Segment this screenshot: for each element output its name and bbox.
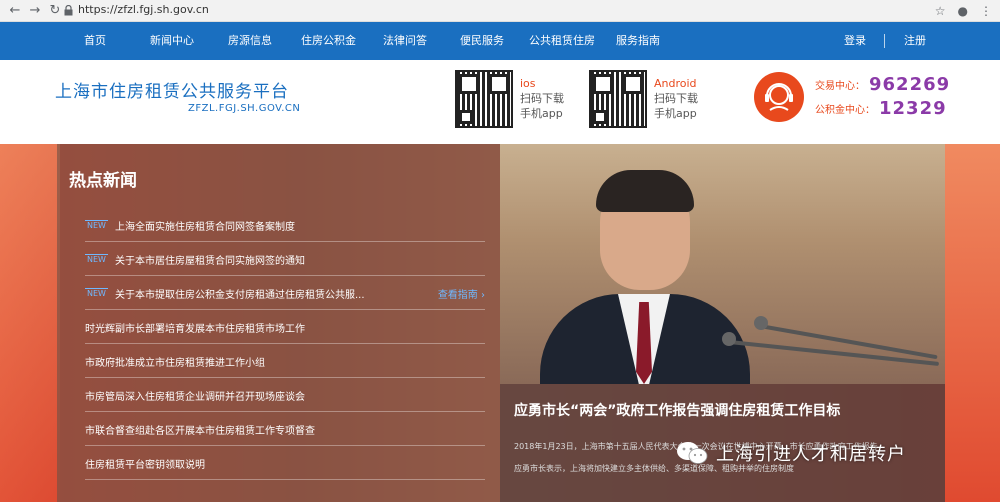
new-badge: NEW	[85, 288, 108, 298]
site-domain: ZFZL.FGJ.SH.GOV.CN	[188, 103, 301, 114]
flag-decoration	[0, 144, 60, 502]
star-icon[interactable]: ☆	[935, 2, 946, 20]
hot-news-panel: 热点新闻 NEW 上海全面实施住房租赁合同网签备案制度 NEW 关于本市居住房屋…	[57, 144, 500, 502]
feature-title[interactable]: 应勇市长“两会”政府工作报告强调住房租赁工作目标	[514, 400, 840, 420]
site-title[interactable]: 上海市住房租赁公共服务平台	[55, 77, 289, 102]
new-badge: NEW	[85, 220, 108, 230]
hotline-trading: 交易中心： 962269	[815, 74, 951, 95]
list-item[interactable]: 市联合督查组赴各区开展本市住房租赁工作专项督查	[85, 412, 485, 446]
menu-icon[interactable]: ⋮	[980, 2, 992, 20]
list-item[interactable]: 住房租赁平台密钥领取说明	[85, 446, 485, 480]
nav-legal-qa[interactable]: 法律问答	[383, 22, 427, 60]
lock-icon	[64, 5, 73, 16]
feature-photo[interactable]	[500, 144, 945, 384]
list-item[interactable]: 时光辉副市长部署培育发展本市住房租赁市场工作	[85, 310, 485, 344]
login-link[interactable]: 登录	[844, 22, 866, 60]
view-guide-link[interactable]: 查看指南 ›	[438, 286, 485, 301]
android-download-label: Android 扫码下载 手机app	[654, 77, 698, 120]
ios-download-label: ios 扫码下载 手机app	[520, 77, 564, 120]
new-badge: NEW	[85, 254, 108, 264]
nav-housing-fund[interactable]: 住房公积金	[301, 22, 356, 60]
list-item[interactable]: NEW 上海全面实施住房租赁合同网签备案制度	[85, 208, 485, 242]
reload-icon[interactable]: ↻	[46, 2, 64, 20]
wechat-icon	[677, 442, 708, 464]
nav-listings[interactable]: 房源信息	[228, 22, 272, 60]
browser-toolbar: ← → ↻ https://zfzl.fgj.sh.gov.cn ☆ ● ⋮	[0, 0, 1000, 22]
nav-separator	[884, 34, 885, 48]
site-header: 上海市住房租赁公共服务平台 ZFZL.FGJ.SH.GOV.CN ios 扫码下…	[0, 60, 1000, 144]
address-bar[interactable]: https://zfzl.fgj.sh.gov.cn	[78, 3, 209, 16]
forward-icon[interactable]: →	[26, 2, 44, 20]
chevron-right-icon: ›	[481, 290, 485, 301]
list-item[interactable]: 市政府批准成立市住房租赁推进工作小组	[85, 344, 485, 378]
watermark: 上海引进人才和居转户	[676, 440, 906, 466]
nav-home[interactable]: 首页	[84, 22, 106, 60]
register-link[interactable]: 注册	[904, 22, 926, 60]
nav-public-rental[interactable]: 公共租赁住房	[529, 22, 595, 60]
flag-decoration	[945, 144, 1000, 502]
list-item[interactable]: NEW 关于本市提取住房公积金支付房租通过住房租赁公共服... 查看指南 ›	[85, 276, 485, 310]
account-icon[interactable]: ●	[958, 2, 968, 20]
nav-news[interactable]: 新闻中心	[150, 22, 194, 60]
nav-services[interactable]: 便民服务	[460, 22, 504, 60]
back-icon[interactable]: ←	[6, 2, 24, 20]
ios-qr-code	[455, 70, 513, 128]
list-item[interactable]: 市房管局深入住房租赁企业调研并召开现场座谈会	[85, 378, 485, 412]
main-nav: 首页 新闻中心 房源信息 住房公积金 法律问答 便民服务 公共租赁住房 服务指南…	[0, 22, 1000, 60]
list-item[interactable]: NEW 关于本市居住房屋租赁合同实施网签的通知	[85, 242, 485, 276]
customer-service-icon	[754, 72, 804, 122]
android-qr-code	[589, 70, 647, 128]
hotline-housing-fund: 公积金中心： 12329	[815, 98, 947, 119]
hot-news-title: 热点新闻	[69, 171, 137, 191]
nav-service-guide[interactable]: 服务指南	[616, 22, 660, 60]
banner: 热点新闻 NEW 上海全面实施住房租赁合同网签备案制度 NEW 关于本市居住房屋…	[0, 144, 1000, 502]
